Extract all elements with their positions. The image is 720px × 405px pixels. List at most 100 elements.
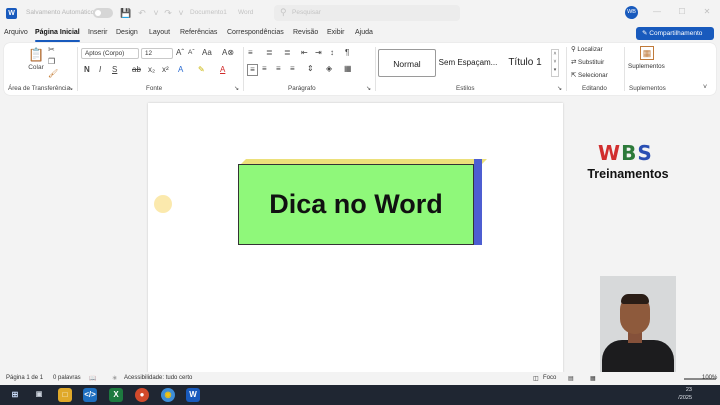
format-painter-icon[interactable]: 🖌 [48, 69, 58, 79]
tab-arquivo[interactable]: Arquivo [4, 29, 28, 36]
search-input[interactable]: Pesquisar [292, 9, 321, 16]
increase-indent-icon[interactable]: ⇥ [315, 48, 322, 58]
customize-toolbar-icon[interactable]: ˅ [175, 7, 187, 19]
share-button[interactable]: ✎ Compartilhamento [636, 27, 714, 40]
windows-start-icon[interactable]: ⊞ [8, 388, 22, 402]
read-mode-icon[interactable]: ▤ [568, 375, 574, 382]
tab-layout[interactable]: Layout [149, 29, 170, 36]
style-sem-espacamento[interactable]: Sem Espaçam... [438, 49, 498, 77]
align-left-icon[interactable]: ≡ [247, 64, 258, 76]
tab-ajuda[interactable]: Ajuda [355, 29, 373, 36]
borders-icon[interactable]: ▦ [344, 64, 352, 74]
change-case-icon[interactable]: Aa [202, 48, 212, 58]
style-normal[interactable]: Normal [378, 49, 436, 77]
find-button[interactable]: ⚲ Localizar [571, 46, 603, 53]
underline-icon[interactable]: S [112, 65, 117, 75]
copy-icon[interactable]: ❐ [48, 57, 55, 67]
save-icon[interactable]: 💾 [120, 7, 132, 19]
grow-font-icon[interactable]: Aˆ [176, 48, 184, 58]
focus-icon[interactable]: ◫ [533, 375, 539, 382]
chevron-down-icon[interactable]: ˅ [150, 7, 162, 19]
avatar[interactable]: WB [625, 6, 638, 19]
font-name-select[interactable]: Aptos (Corpo) [81, 48, 139, 59]
minimize-icon[interactable]: — [650, 7, 664, 16]
text-effects-icon[interactable]: A [178, 65, 183, 75]
decrease-indent-icon[interactable]: ⇤ [301, 48, 308, 58]
focus-button[interactable]: Foco [543, 375, 556, 381]
undo-icon[interactable]: ↶ [136, 7, 148, 19]
taskbar: ⊞ ▣ □ </> X ● ◉ W [0, 385, 720, 405]
tab-correspondencias[interactable]: Correspondências [227, 29, 284, 36]
word-taskbar-icon[interactable]: W [186, 388, 200, 402]
styles-scroll[interactable]: ˄ ˅ ▾ [551, 49, 559, 77]
shape-textbox[interactable]: Dica no Word [238, 164, 474, 245]
bullets-icon[interactable]: ≡ [248, 48, 253, 58]
excel-icon[interactable]: X [109, 388, 123, 402]
search-box[interactable]: ⚲ Pesquisar [274, 5, 460, 21]
close-icon[interactable]: ✕ [700, 7, 714, 16]
spelling-icon[interactable]: 📖 [89, 375, 96, 382]
cut-icon[interactable]: ✂ [48, 45, 55, 55]
document-name[interactable]: Documento1 [190, 9, 227, 16]
wbs-logo: WBS [598, 140, 658, 166]
status-bar: Página 1 de 1 0 palavras 📖 ⚛ Acessibilid… [0, 372, 720, 385]
paste-icon[interactable]: 📋 [28, 47, 44, 63]
vscode-icon[interactable]: </> [83, 388, 97, 402]
zoom-level[interactable]: 100% [702, 375, 717, 381]
paste-button[interactable]: Colar [26, 63, 46, 73]
sort-icon[interactable]: ↕ [330, 48, 334, 58]
task-view-icon[interactable]: ▣ [32, 388, 46, 402]
select-button[interactable]: ⇱ Selecionar [571, 72, 608, 79]
italic-icon[interactable]: I [99, 65, 101, 75]
replace-button[interactable]: ⇄ Substituir [571, 59, 604, 66]
tab-pagina-inicial[interactable]: Página Inicial [35, 29, 80, 42]
shrink-font-icon[interactable]: Aˇ [188, 48, 195, 58]
find-label: Localizar [577, 46, 603, 53]
ribbon-tabs: Arquivo Página Inicial Inserir Design La… [0, 26, 720, 42]
shading-icon[interactable]: ◈ [326, 64, 332, 74]
clear-formatting-icon[interactable]: A⊗ [222, 48, 234, 58]
tray-clock[interactable]: 23 /2025 [674, 386, 692, 402]
add-ins-icon[interactable]: ▦ [640, 46, 654, 60]
firefox-icon[interactable]: ● [135, 388, 149, 402]
share-icon: ✎ [642, 30, 648, 37]
multilevel-list-icon[interactable]: ≣ [284, 48, 291, 58]
dialog-launcher-icon[interactable]: ↘ [234, 84, 239, 94]
subscript-icon[interactable]: x₂ [148, 65, 155, 75]
align-center-icon[interactable]: ≡ [262, 64, 267, 74]
word-count[interactable]: 0 palavras [53, 375, 81, 381]
dialog-launcher-icon[interactable]: ↘ [366, 84, 371, 94]
bold-icon[interactable]: N [84, 65, 90, 75]
font-group-label: Fonte [146, 85, 163, 92]
dialog-launcher-icon[interactable]: ↘ [557, 84, 562, 94]
strikethrough-icon[interactable]: ab [132, 65, 141, 75]
accessibility-status[interactable]: Acessibilidade: tudo certo [124, 375, 192, 381]
logo-subtitle: Treinamentos [587, 167, 669, 181]
show-formatting-icon[interactable]: ¶ [345, 48, 349, 58]
line-spacing-icon[interactable]: ⇕ [307, 64, 314, 74]
tab-inserir[interactable]: Inserir [88, 29, 107, 36]
print-layout-icon[interactable]: ▦ [590, 375, 596, 382]
dialog-launcher-icon[interactable]: ↘ [68, 84, 73, 94]
add-ins-button[interactable]: Suplementos [628, 63, 665, 70]
tab-exibir[interactable]: Exibir [327, 29, 345, 36]
chrome-icon[interactable]: ◉ [161, 388, 175, 402]
maximize-icon[interactable]: ☐ [675, 7, 689, 16]
align-right-icon[interactable]: ≡ [276, 64, 281, 74]
page-count[interactable]: Página 1 de 1 [6, 375, 43, 381]
collapse-ribbon-icon[interactable]: ˅ [703, 83, 707, 93]
file-explorer-icon[interactable]: □ [58, 388, 72, 402]
tab-referencias[interactable]: Referências [180, 29, 217, 36]
font-color-icon[interactable]: A [220, 65, 225, 75]
highlight-icon[interactable]: ✎ [198, 65, 205, 75]
accessibility-icon[interactable]: ⚛ [112, 375, 117, 382]
font-size-select[interactable]: 12 [141, 48, 173, 59]
justify-icon[interactable]: ≡ [290, 64, 295, 74]
tab-design[interactable]: Design [116, 29, 138, 36]
superscript-icon[interactable]: x² [162, 65, 169, 75]
style-titulo-1[interactable]: Título 1 [500, 49, 550, 77]
autosave-toggle[interactable] [93, 8, 113, 18]
tab-revisao[interactable]: Revisão [293, 29, 318, 36]
redo-icon[interactable]: ↷ [162, 7, 174, 19]
numbering-icon[interactable]: ≣ [266, 48, 273, 58]
